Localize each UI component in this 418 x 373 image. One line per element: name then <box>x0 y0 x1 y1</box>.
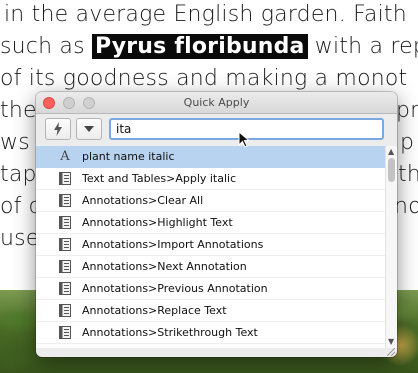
quick-apply-window: Quick Apply ita Aplant name italic Text a… <box>36 92 397 357</box>
character-style-icon: A <box>60 149 70 164</box>
lightning-bolt-icon <box>54 122 62 136</box>
menu-command-icon <box>58 194 72 208</box>
window-title: Quick Apply <box>183 96 250 109</box>
result-item-label: Annotations>Next Annotation <box>82 260 247 273</box>
menu-command-icon <box>58 238 72 252</box>
result-item-label: Text and Tables>Apply italic <box>82 172 237 185</box>
results-scrollbar[interactable]: ▲ ▼ <box>385 146 397 348</box>
quick-apply-toolbar: ita <box>36 114 397 146</box>
result-item-label: Annotations>Previous Annotation <box>82 282 268 295</box>
doc-line-7-end: not <box>394 194 418 219</box>
doc-line-6-end: th <box>398 162 418 187</box>
result-item-label: Annotations>Import Annotations <box>82 238 264 251</box>
result-item-label: Annotations>Highlight Text <box>82 216 233 229</box>
doc-line-4: the <box>0 98 37 123</box>
menu-command-icon <box>58 172 72 186</box>
doc-line-2-end: with a rep <box>307 34 418 59</box>
result-item-label: plant name italic <box>82 150 175 163</box>
chevron-down-icon <box>84 126 94 132</box>
doc-line-3: of its goodness and making a monot <box>0 66 408 91</box>
doc-line-5-end: p <box>400 130 415 155</box>
menu-command-icon <box>58 304 72 318</box>
doc-line-4-end: pr <box>396 98 418 123</box>
result-item[interactable]: Aplant name italic <box>36 146 385 168</box>
result-item-label: Annotations>Clear All <box>82 194 204 207</box>
scroll-thumb[interactable] <box>388 158 395 182</box>
selected-text-highlight[interactable]: Pyrus floribunda <box>91 34 308 59</box>
title-bar[interactable]: Quick Apply <box>36 92 397 114</box>
scroll-up-icon[interactable]: ▲ <box>388 148 394 156</box>
result-item[interactable]: Annotations>Strikethrough Text <box>36 322 385 344</box>
menu-command-icon <box>58 282 72 296</box>
result-item[interactable]: Annotations>Clear All <box>36 190 385 212</box>
mouse-pointer-icon <box>238 131 251 148</box>
results-list: Aplant name italic Text and Tables>Apply … <box>36 146 385 348</box>
doc-line-2: such as Pyrus floribunda with a rep <box>0 34 418 59</box>
scroll-down-icon[interactable]: ▼ <box>388 338 394 346</box>
doc-line-1: in the average English garden. Faith <box>4 2 407 27</box>
result-item-label: Annotations>Strikethrough Text <box>82 326 258 339</box>
resize-grip-icon[interactable] <box>387 348 395 356</box>
doc-line-2-start: such as <box>0 34 92 59</box>
result-item[interactable]: Annotations>Import Annotations <box>36 234 385 256</box>
options-menu-button[interactable] <box>76 118 102 140</box>
result-item-label: Annotations>Replace Text <box>82 304 227 317</box>
result-item[interactable]: Annotations>Previous Annotation <box>36 278 385 300</box>
menu-command-icon <box>58 216 72 230</box>
quick-apply-bolt-button[interactable] <box>45 118 71 140</box>
result-item[interactable]: Annotations>Next Annotation <box>36 256 385 278</box>
menu-command-icon <box>58 260 72 274</box>
result-item[interactable]: Annotations>Replace Text <box>36 300 385 322</box>
result-item[interactable]: Text and Tables>Apply italic <box>36 168 385 190</box>
doc-line-8: use <box>0 226 40 251</box>
menu-command-icon <box>58 326 72 340</box>
result-item[interactable]: Annotations>Highlight Text <box>36 212 385 234</box>
